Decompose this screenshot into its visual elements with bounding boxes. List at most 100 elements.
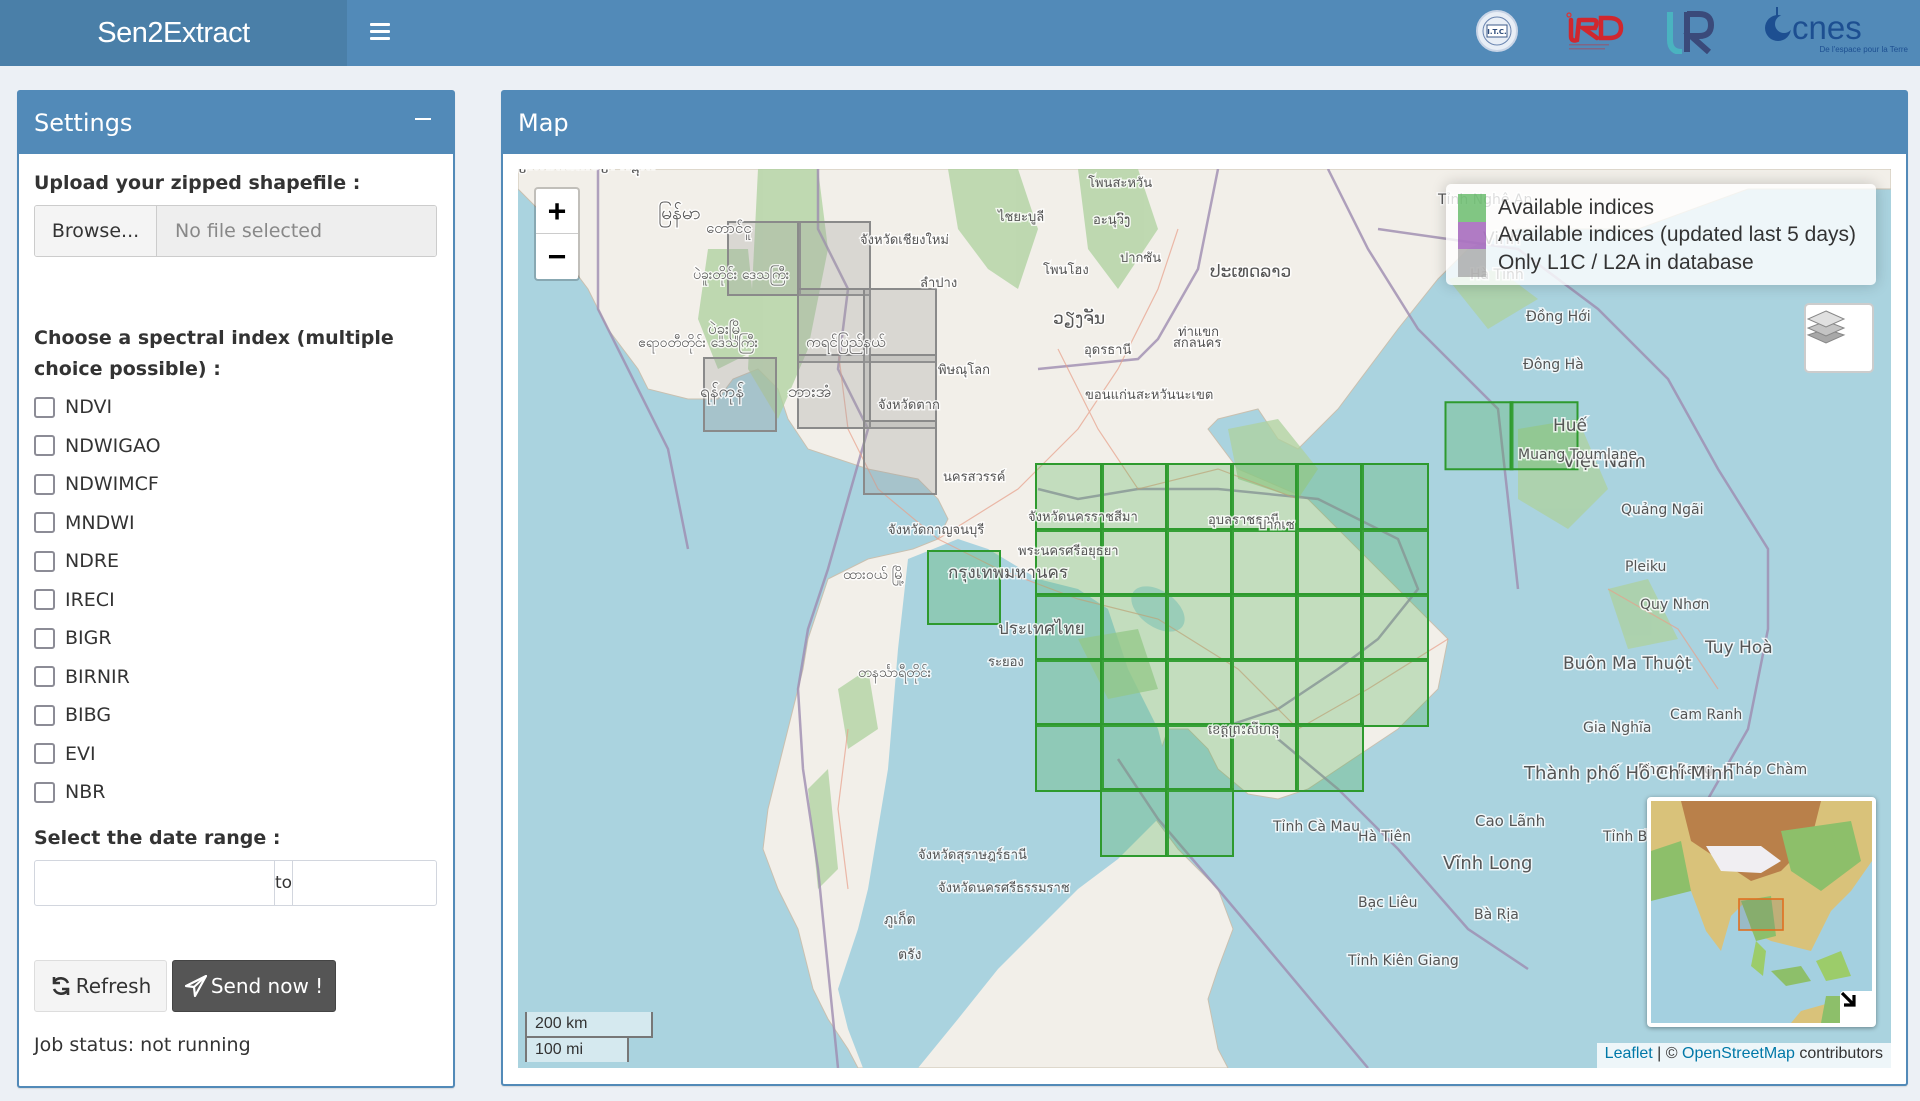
place-label: ตรัง (898, 947, 921, 963)
checkbox-ndwimcf[interactable]: NDWIMCF (34, 465, 438, 504)
checkbox-nbr[interactable]: NBR (34, 773, 438, 812)
tile-l1c-l2a[interactable] (863, 288, 937, 363)
checkbox-ireci[interactable]: IRECI (34, 581, 438, 620)
checkbox-input[interactable] (34, 704, 55, 726)
tile-available[interactable] (1165, 658, 1234, 727)
tile-l1c-l2a[interactable] (797, 288, 871, 363)
leaflet-map[interactable]: မြန်မာ တောင်ငူ ပဲခူးတိုင်း ဒေသကြီး ပဲခူးမြိ… (518, 169, 1891, 1068)
zoom-out-button[interactable]: − (536, 234, 578, 279)
app-logo[interactable]: Sen2Extract (0, 0, 347, 66)
checkbox-input[interactable] (34, 589, 55, 611)
zoom-control: + − (534, 187, 580, 281)
tile-available[interactable] (1360, 658, 1429, 727)
place-label: Gia Nghĩa (1583, 720, 1651, 736)
tile-available[interactable] (1100, 658, 1169, 727)
date-range-input: to (34, 859, 533, 906)
tile-available[interactable] (1230, 658, 1299, 727)
place-label: นครสวรรค์ (943, 469, 1005, 485)
end-date-input[interactable] (293, 860, 533, 905)
legend-label: Only L1C / L2A in database (1498, 250, 1754, 274)
checkbox-input[interactable] (34, 396, 55, 418)
checkbox-mndwi[interactable]: MNDWI (34, 504, 438, 543)
place-label: ວຽງຈັນ (1053, 307, 1105, 329)
place-label: ရန်ကုန် (700, 382, 744, 405)
checkbox-input[interactable] (34, 666, 55, 688)
tile-available[interactable] (1100, 528, 1169, 597)
place-label: Cao Lãnh (1475, 812, 1545, 830)
scale-km: 200 km (525, 1012, 653, 1038)
layers-control-button[interactable] (1804, 303, 1874, 373)
checkbox-evi[interactable]: EVI (34, 735, 438, 774)
hamburger-menu-icon[interactable] (367, 16, 393, 46)
start-date-input[interactable] (35, 860, 274, 905)
tile-l1c-l2a[interactable] (863, 354, 937, 429)
scale-mi: 100 mi (525, 1036, 629, 1062)
checkbox-ndre[interactable]: NDRE (34, 542, 438, 581)
openstreetmap-link[interactable]: OpenStreetMap (1682, 1045, 1795, 1062)
ird-logo (1565, 6, 1625, 58)
tile-available[interactable] (1360, 463, 1429, 532)
checkbox-bibg[interactable]: BIBG (34, 696, 438, 735)
checkbox-input[interactable] (34, 473, 55, 495)
checkbox-input[interactable] (34, 512, 55, 534)
tile-available[interactable] (1165, 528, 1234, 597)
place-label: ပဲခူးတိုင်း ဒေသကြီး (693, 266, 790, 285)
checkbox-input[interactable] (34, 627, 55, 649)
place-label: พิษณุโลก (938, 362, 990, 378)
tile-available[interactable] (1100, 593, 1169, 662)
tile-available[interactable] (1360, 528, 1429, 597)
tile-l1c-l2a[interactable] (863, 420, 937, 495)
browse-button[interactable]: Browse... (35, 206, 157, 256)
shapefile-upload[interactable]: Browse... No file selected (34, 205, 437, 257)
tile-available[interactable] (1295, 528, 1364, 597)
checkbox-input[interactable] (34, 743, 55, 765)
place-label: ประเทศไทย (998, 618, 1085, 639)
tile-available[interactable] (1100, 788, 1169, 857)
place-label: Đông Hà (1523, 357, 1584, 373)
checkbox-label: IRECI (65, 588, 115, 611)
zoom-in-button[interactable]: + (536, 189, 578, 234)
minimap[interactable] (1647, 797, 1876, 1027)
tile-available[interactable] (1295, 723, 1364, 792)
tile-available[interactable] (1230, 528, 1299, 597)
attribution-suffix: contributors (1794, 1045, 1883, 1062)
minimap-toggle-arrow-icon[interactable] (1840, 991, 1872, 1023)
checkbox-input[interactable] (34, 781, 55, 803)
place-label: Tỉnh Kiên Giang (1347, 953, 1459, 969)
tile-available[interactable] (1360, 593, 1429, 662)
send-now-button[interactable]: Send now ! (172, 959, 336, 1012)
place-label: ขอนแก่น (1085, 388, 1136, 403)
refresh-button[interactable]: Refresh (34, 959, 167, 1012)
place-label: โพนโฮง (1043, 262, 1089, 278)
checkbox-ndvi[interactable]: NDVI (34, 388, 438, 427)
place-label: Tỉnh Cà Mau (1272, 819, 1360, 835)
tile-available[interactable] (1035, 658, 1104, 727)
checkbox-input[interactable] (34, 550, 55, 572)
tile-available[interactable] (1295, 463, 1364, 532)
tile-available[interactable] (1165, 788, 1234, 857)
legend-swatch-updated (1458, 221, 1486, 249)
tile-available[interactable] (1230, 593, 1299, 662)
tile-available[interactable] (1444, 401, 1514, 471)
itc-logo: I.T.C. (1475, 9, 1519, 53)
place-label: ลำปาง (920, 276, 957, 291)
checkbox-input[interactable] (34, 435, 55, 457)
place-label: ကရင်ပြည်နယ် (806, 332, 886, 354)
place-label: Thành phố Hồ Chí Minh (1523, 763, 1734, 784)
leaflet-link[interactable]: Leaflet (1605, 1045, 1653, 1062)
paper-plane-icon (184, 974, 207, 997)
tile-available[interactable] (927, 550, 1001, 625)
file-name-field[interactable]: No file selected (157, 206, 436, 256)
minimap-viewport-rect[interactable] (1738, 898, 1784, 931)
tile-available[interactable] (1100, 723, 1169, 792)
checkbox-label: NDRE (65, 550, 120, 573)
checkbox-birnir[interactable]: BIRNIR (34, 658, 438, 697)
legend-label: Available indices (1498, 195, 1655, 219)
tile-available[interactable] (1295, 658, 1364, 727)
tile-available[interactable] (1035, 723, 1104, 792)
minus-icon[interactable] (415, 118, 431, 120)
checkbox-bigr[interactable]: BIGR (34, 619, 438, 658)
tile-available[interactable] (1165, 593, 1234, 662)
tile-available[interactable] (1295, 593, 1364, 662)
checkbox-ndwigao[interactable]: NDWIGAO (34, 427, 438, 466)
